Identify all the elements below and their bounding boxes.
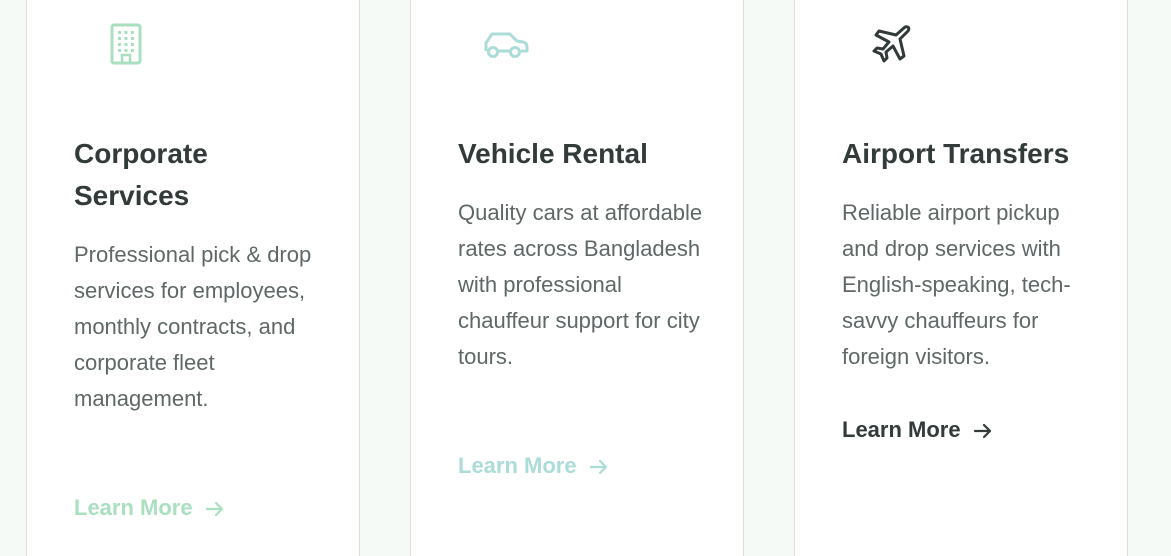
learn-more-link-airport-transfers[interactable]: Learn More <box>842 416 993 444</box>
airplane-icon <box>867 21 913 67</box>
service-card-vehicle-rental: Vehicle Rental Quality cars at affordabl… <box>410 0 744 556</box>
card-description: Reliable airport pickup and drop service… <box>842 200 1071 369</box>
arrow-right-icon <box>589 456 609 476</box>
services-cards: Corporate Services Professional pick & d… <box>0 0 1171 556</box>
card-title: Airport Transfers <box>842 138 1070 169</box>
service-card-airport-transfers: Airport Transfers Reliable airport picku… <box>794 0 1128 556</box>
card-title: Corporate Services <box>74 138 208 211</box>
service-card-corporate: Corporate Services Professional pick & d… <box>26 0 360 556</box>
arrow-right-icon <box>205 498 225 518</box>
learn-more-label: Learn More <box>458 453 577 478</box>
learn-more-label: Learn More <box>74 495 193 520</box>
building-icon <box>103 21 149 67</box>
arrow-right-icon <box>973 420 993 440</box>
card-description: Professional pick & drop services for em… <box>74 242 312 411</box>
learn-more-link-corporate[interactable]: Learn More <box>74 494 225 522</box>
card-title: Vehicle Rental <box>458 138 648 169</box>
car-icon <box>483 21 529 67</box>
learn-more-label: Learn More <box>842 417 961 442</box>
learn-more-link-vehicle-rental[interactable]: Learn More <box>458 452 609 480</box>
card-description: Quality cars at affordable rates across … <box>458 200 703 369</box>
